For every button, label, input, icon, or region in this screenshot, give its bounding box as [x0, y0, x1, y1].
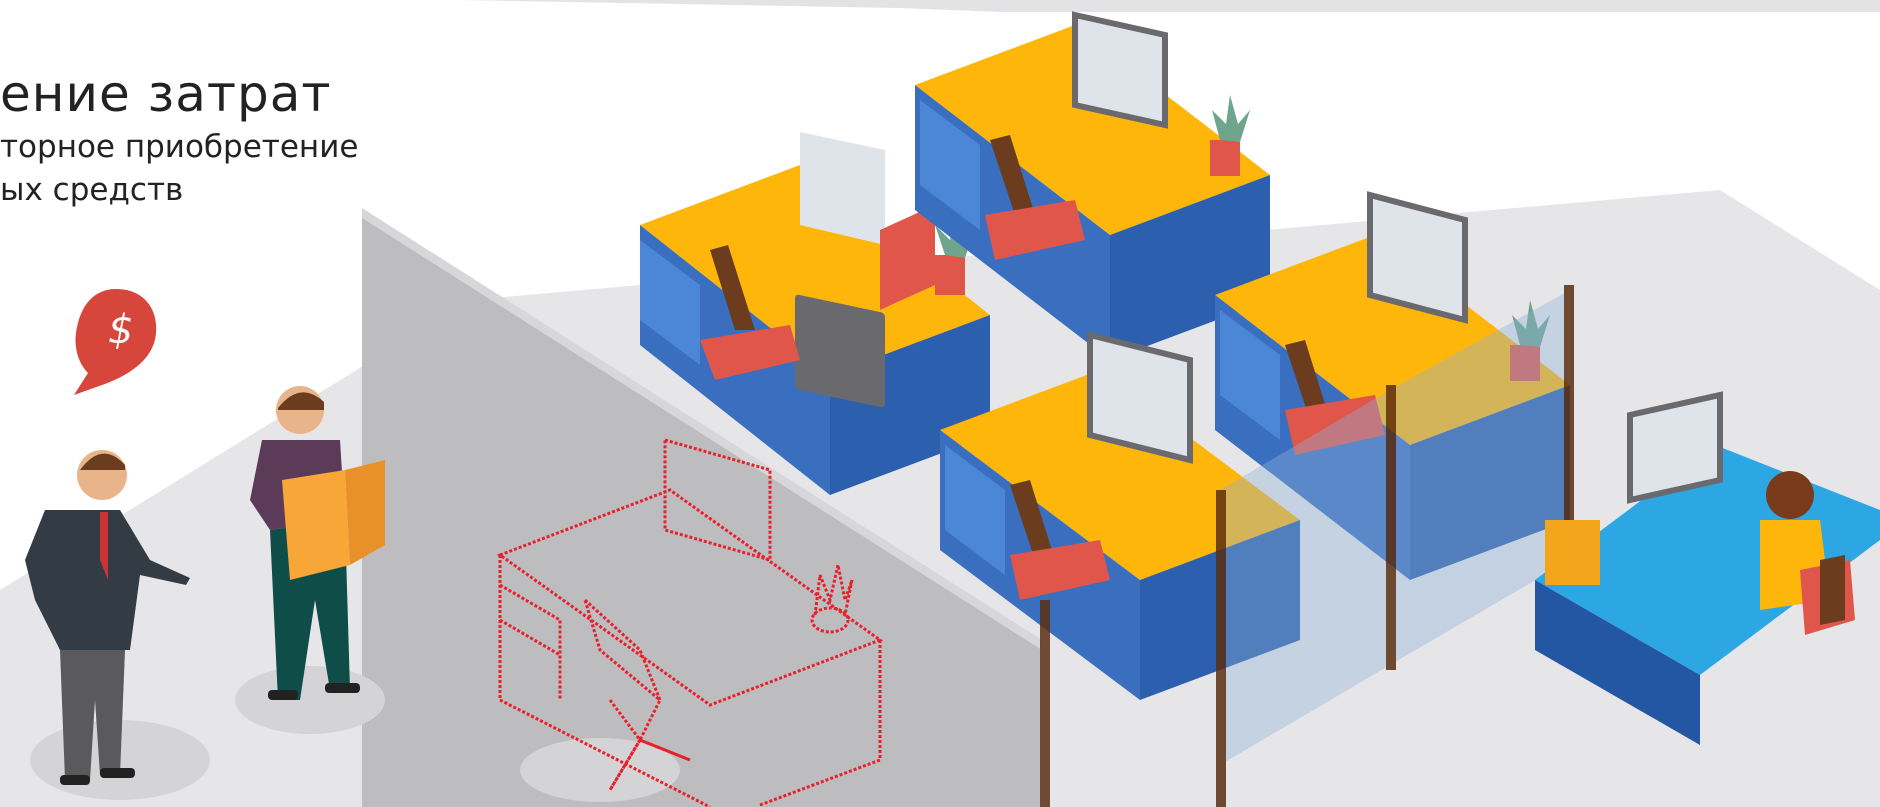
currency-symbol: $	[108, 307, 134, 353]
caption-line-2: ых средств	[0, 172, 184, 208]
caption-line-1: торное приобретение	[0, 129, 359, 165]
shadow	[235, 666, 385, 734]
caption-title: ение затрат	[0, 65, 332, 123]
dollar-badge: $	[72, 285, 160, 395]
caption: ение затрат торное приобретение ых средс…	[0, 62, 358, 212]
top-floor-strip	[460, 0, 1880, 12]
